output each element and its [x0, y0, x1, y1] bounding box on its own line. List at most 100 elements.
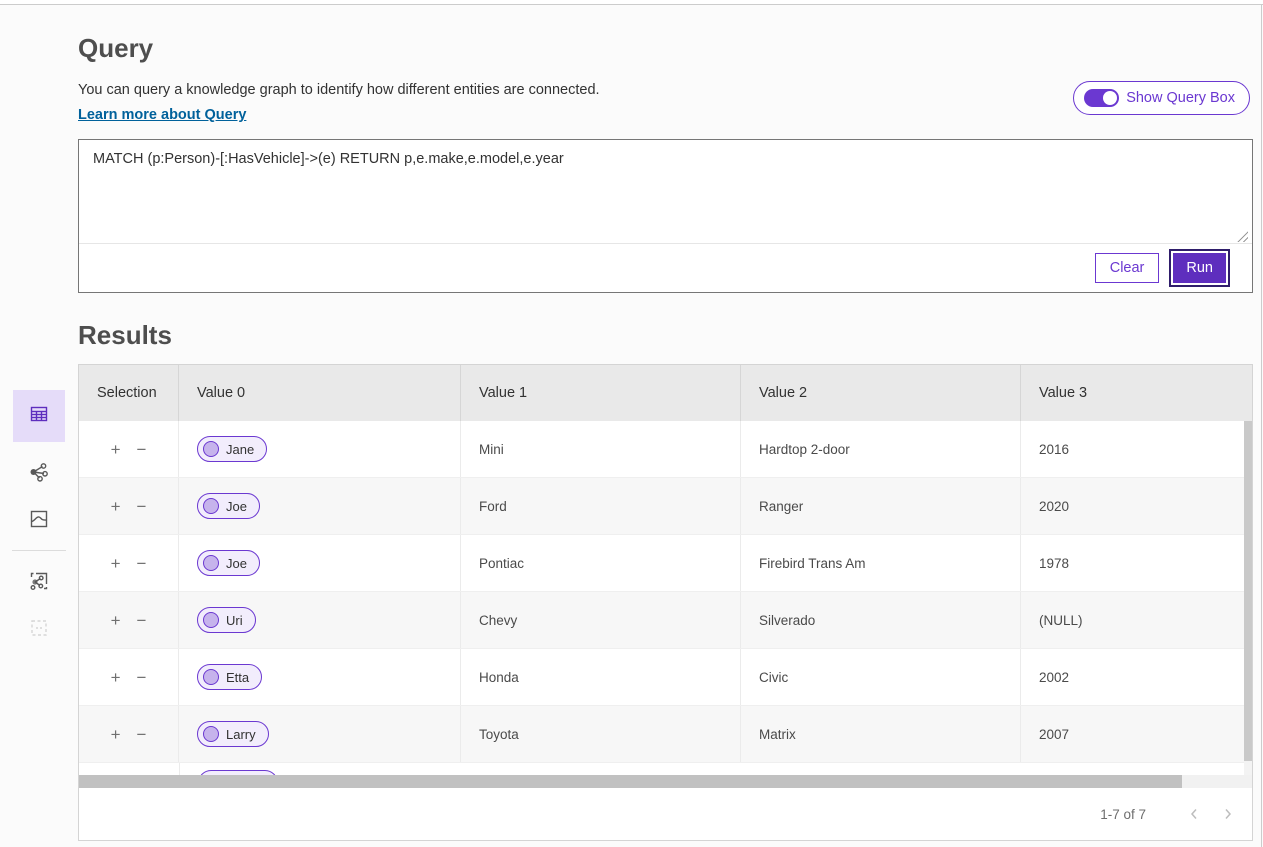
entity-pill[interactable]: Uri — [197, 607, 256, 633]
selection-cell: + − — [79, 535, 179, 591]
remove-row-button[interactable]: − — [137, 498, 147, 515]
previous-page-button[interactable] — [1182, 802, 1206, 826]
entity-dot-icon — [203, 498, 219, 514]
sidebar-divider — [12, 550, 66, 551]
selection-cell: + − — [79, 649, 179, 705]
value-cell: Hardtop 2-door — [741, 421, 1021, 477]
view-switcher-sidebar — [12, 390, 66, 645]
value-cell: Silverado — [741, 592, 1021, 648]
remove-row-button[interactable]: − — [137, 612, 147, 629]
selection-cell: + − — [79, 421, 179, 477]
map-view-button[interactable] — [24, 506, 54, 536]
next-page-button[interactable] — [1216, 802, 1240, 826]
main-panel: Query You can query a knowledge graph to… — [78, 33, 1253, 841]
add-row-button[interactable]: + — [111, 726, 121, 743]
column-header-value0: Value 0 — [179, 365, 461, 421]
add-row-button[interactable]: + — [111, 555, 121, 572]
entity-cell: Joe — [179, 535, 461, 591]
table-row: + − Uri Chevy Silverado (NULL) — [79, 592, 1252, 649]
table-footer: 1-7 of 7 — [79, 788, 1252, 840]
toggle-label: Show Query Box — [1126, 90, 1235, 106]
toggle-switch-icon — [1084, 89, 1119, 107]
results-title: Results — [78, 320, 1253, 350]
entity-pill[interactable]: Etta — [197, 664, 262, 690]
vertical-scrollbar — [1244, 421, 1252, 775]
map-graph-icon — [27, 569, 51, 598]
entity-cell: Etta — [179, 649, 461, 705]
map-graph-view-button[interactable] — [24, 568, 54, 598]
table-row: + − Larry Toyota Matrix 2007 — [79, 706, 1252, 763]
add-row-button[interactable]: + — [111, 498, 121, 515]
add-row-button[interactable]: + — [111, 669, 121, 686]
entity-pill[interactable]: Joe — [197, 550, 260, 576]
entity-pill[interactable]: Larry — [197, 721, 269, 747]
value-cell: Pontiac — [461, 535, 741, 591]
entity-cell: Uri — [179, 592, 461, 648]
value-cell: 2016 — [1021, 421, 1244, 477]
entity-dot-icon — [203, 726, 219, 742]
column-header-value1: Value 1 — [461, 365, 741, 421]
column-header-value2: Value 2 — [741, 365, 1021, 421]
entity-cell: Joe — [179, 478, 461, 534]
run-button[interactable]: Run — [1173, 253, 1226, 283]
table-row: + − Joe Ford Ranger 2020 — [79, 478, 1252, 535]
entity-pill-label: Etta — [226, 670, 249, 685]
selection-cell: + − — [79, 478, 179, 534]
entity-pill[interactable]: Joe — [197, 493, 260, 519]
value-cell: Ford — [461, 478, 741, 534]
table-body: + − Jane Mini Hardtop 2-door 2016 + − Jo… — [79, 421, 1252, 775]
value-cell: Firebird Trans Am — [741, 535, 1021, 591]
pagination-label: 1-7 of 7 — [1100, 807, 1146, 822]
query-box: MATCH (p:Person)-[:HasVehicle]->(e) RETU… — [78, 139, 1253, 293]
table-icon — [27, 402, 51, 431]
add-row-button[interactable]: + — [111, 612, 121, 629]
table-header-row: Selection Value 0 Value 1 Value 2 Value … — [79, 365, 1252, 421]
entity-pill-label: Uri — [226, 613, 243, 628]
value-cell: 2020 — [1021, 478, 1244, 534]
value-cell: 2007 — [1021, 706, 1244, 762]
page-title: Query — [78, 33, 1253, 63]
results-table: Selection Value 0 Value 1 Value 2 Value … — [78, 364, 1253, 841]
learn-more-link[interactable]: Learn more about Query — [78, 107, 246, 123]
value-cell: Ranger — [741, 478, 1021, 534]
clear-button[interactable]: Clear — [1095, 253, 1160, 283]
add-row-button[interactable]: + — [111, 441, 121, 458]
show-query-box-toggle[interactable]: Show Query Box — [1073, 81, 1250, 115]
selection-view-button — [24, 615, 54, 645]
entity-cell: Larry — [179, 706, 461, 762]
remove-row-button[interactable]: − — [137, 441, 147, 458]
query-actions-bar: Clear Run — [79, 244, 1252, 292]
right-border-line — [1261, 5, 1262, 847]
entity-pill[interactable]: Jane — [197, 436, 267, 462]
value-cell: Civic — [741, 649, 1021, 705]
remove-row-button[interactable]: − — [137, 726, 147, 743]
entity-dot-icon — [203, 669, 219, 685]
entity-pill-label: Joe — [226, 499, 247, 514]
partial-table-row — [79, 763, 1252, 775]
link-chart-icon — [27, 460, 51, 489]
entity-dot-icon — [203, 612, 219, 628]
value-cell: 2002 — [1021, 649, 1244, 705]
selection-cell: + − — [79, 706, 179, 762]
table-row: + − Jane Mini Hardtop 2-door 2016 — [79, 421, 1252, 478]
entity-dot-icon — [203, 555, 219, 571]
vertical-scrollbar-thumb[interactable] — [1244, 421, 1252, 761]
remove-row-button[interactable]: − — [137, 669, 147, 686]
entity-pill-label: Jane — [226, 442, 254, 457]
table-view-button[interactable] — [13, 390, 65, 442]
query-textarea[interactable]: MATCH (p:Person)-[:HasVehicle]->(e) RETU… — [79, 140, 1252, 244]
value-cell: Matrix — [741, 706, 1021, 762]
top-border-line — [0, 4, 1263, 5]
entity-dot-icon — [203, 441, 219, 457]
horizontal-scrollbar-thumb[interactable] — [79, 775, 1182, 788]
remove-row-button[interactable]: − — [137, 555, 147, 572]
table-rows-container: + − Jane Mini Hardtop 2-door 2016 + − Jo… — [79, 421, 1252, 763]
column-header-value3: Value 3 — [1021, 365, 1252, 421]
value-cell: Honda — [461, 649, 741, 705]
value-cell: Toyota — [461, 706, 741, 762]
entity-cell: Jane — [179, 421, 461, 477]
dashed-square-icon — [27, 616, 51, 645]
value-cell: Mini — [461, 421, 741, 477]
link-chart-view-button[interactable] — [24, 459, 54, 489]
entity-pill-label: Larry — [226, 727, 256, 742]
